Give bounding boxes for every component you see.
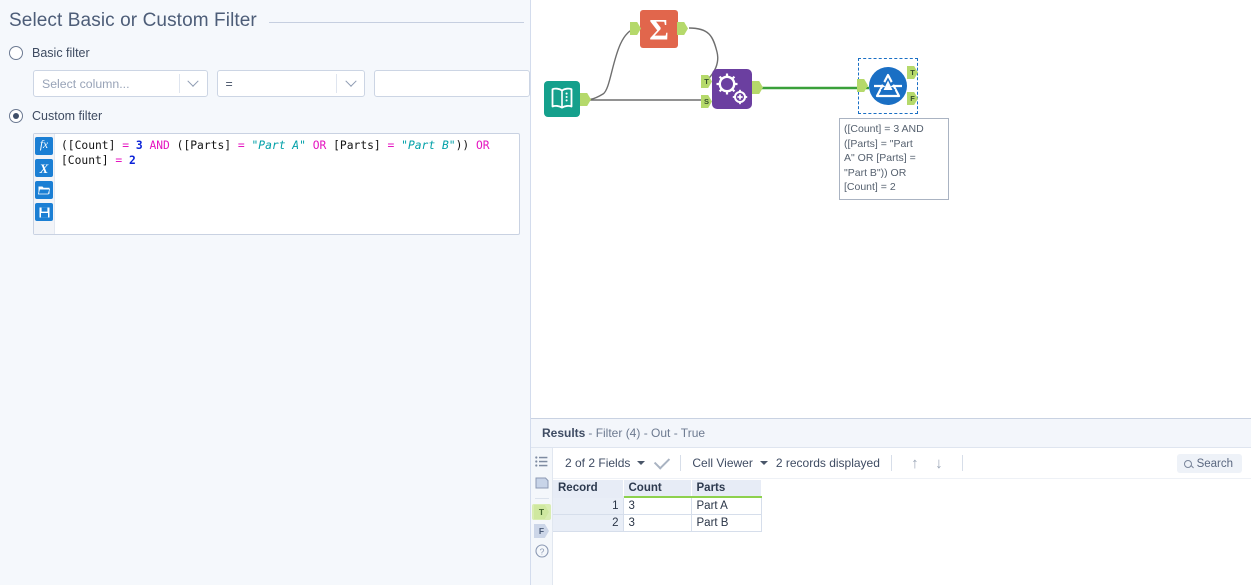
table-row[interactable]: 2 3 Part B	[553, 513, 762, 532]
cell-count: 3	[622, 513, 692, 532]
results-toolbar: 2 of 2 Fields Cell Viewer 2 records disp…	[553, 448, 1251, 479]
toolbar-divider	[890, 455, 892, 471]
tool-annotation: ([Count] = 3 AND ([Parts] = "Part A" OR …	[839, 118, 949, 200]
search-icon	[1183, 459, 1192, 468]
expression-toolbar: fx X	[34, 134, 55, 234]
function-icon[interactable]: fx	[35, 137, 53, 155]
cell-count: 3	[622, 496, 692, 515]
rail-divider	[534, 498, 549, 499]
scroll-up-icon[interactable]: ↑	[905, 453, 925, 473]
expression-token: "Part B"	[401, 139, 456, 152]
false-output-icon: F	[534, 524, 549, 538]
chevron-down-icon[interactable]	[637, 461, 646, 465]
fields-selector[interactable]: 2 of 2 Fields	[565, 456, 653, 470]
expression-token: ))	[455, 139, 476, 152]
svg-text:Σ: Σ	[649, 14, 669, 47]
results-table: Record Count Parts 1 3 Part A 2 3 Part B	[553, 480, 762, 532]
custom-filter-radio[interactable]	[9, 109, 23, 123]
filter-value-input[interactable]	[374, 70, 531, 97]
fields-label: 2 of 2 Fields	[565, 456, 631, 470]
select-column-dropdown[interactable]: Select column...	[33, 70, 208, 97]
annotation-line: "Part B")) OR	[844, 166, 907, 179]
chevron-down-icon[interactable]	[180, 75, 207, 88]
operator-dropdown[interactable]: =	[216, 70, 366, 97]
annotation-line: ([Count] = 3 AND	[844, 123, 924, 135]
true-output-tab[interactable]: T	[532, 504, 551, 520]
basic-filter-radio-row[interactable]: Basic filter	[0, 42, 530, 64]
chevron-down-icon[interactable]	[759, 461, 768, 465]
toolbar-divider	[680, 455, 682, 471]
expression-token: OR	[312, 139, 334, 152]
expression-token: =	[387, 139, 402, 152]
search-box[interactable]: Search	[1176, 454, 1242, 473]
records-displayed-label: 2 records displayed	[775, 456, 880, 470]
annotation-line: ([Parts] = "Part	[844, 137, 913, 150]
check-icon[interactable]	[654, 453, 671, 470]
expression-token: =	[237, 139, 252, 152]
alteryx-window: Select Basic or Custom Filter Basic filt…	[0, 0, 1251, 585]
expression-token: =	[115, 154, 130, 167]
cell-parts: Part A	[690, 496, 762, 515]
svg-text:?: ?	[539, 546, 544, 556]
results-title: Results	[542, 426, 586, 440]
expression-token: 3	[135, 139, 150, 152]
expression-token: 2	[129, 154, 136, 167]
expression-token: "Part A"	[251, 139, 313, 152]
search-placeholder: Search	[1196, 457, 1233, 470]
results-body: T F ? 2 of 2 Fields Cell Viewer 2 record…	[531, 448, 1251, 585]
panel-title-row: Select Basic or Custom Filter	[0, 0, 530, 34]
cell-record: 2	[553, 513, 623, 532]
cell-record: 1	[553, 496, 623, 515]
expression-text[interactable]: ([Count] = 3 AND ([Parts] = "Part A" OR …	[55, 134, 519, 234]
view-mode-selector[interactable]: Cell Viewer	[692, 456, 775, 470]
table-header-row: Record Count Parts	[553, 480, 762, 498]
results-sidebar: T F ?	[531, 448, 553, 585]
expression-token: =	[122, 139, 136, 152]
true-output-icon: T	[534, 505, 549, 519]
expression-token: AND	[149, 139, 177, 152]
title-divider	[268, 21, 524, 23]
annotation-line: A" OR [Parts] =	[844, 152, 916, 165]
scroll-down-icon[interactable]: ↓	[929, 453, 949, 473]
workflow-canvas[interactable]: Σ T S T F ([Count] = 3 AND ([Parts] = "P…	[531, 0, 1251, 418]
basic-filter-radio[interactable]	[9, 46, 23, 60]
table-row[interactable]: 1 3 Part A	[553, 496, 762, 515]
results-grid[interactable]: Record Count Parts 1 3 Part A 2 3 Part B	[553, 480, 1251, 532]
expression-token: ([Parts]	[176, 139, 238, 152]
cell-parts: Part B	[690, 513, 762, 532]
variable-icon[interactable]: X	[35, 159, 53, 177]
annotation-line: [Count] = 2	[844, 181, 896, 194]
operator-value: =	[225, 76, 233, 91]
column-header-parts[interactable]: Parts	[691, 480, 762, 498]
expression-token: OR	[475, 139, 490, 152]
view-mode-label: Cell Viewer	[692, 456, 753, 470]
results-header: Results - Filter (4) - Out - True	[531, 419, 1251, 448]
metadata-icon[interactable]	[533, 474, 551, 492]
expression-token: ([Count]	[61, 139, 123, 152]
select-column-value: Select column...	[42, 76, 130, 91]
basic-filter-label: Basic filter	[32, 46, 90, 60]
list-view-icon[interactable]	[533, 452, 551, 470]
custom-filter-radio-row[interactable]: Custom filter	[0, 105, 530, 127]
expression-token: [Count]	[61, 154, 116, 167]
page-title: Select Basic or Custom Filter	[9, 10, 257, 31]
false-output-tab[interactable]: F	[532, 523, 551, 539]
results-subtitle: - Filter (4) - Out - True	[588, 426, 706, 440]
toolbar-divider	[961, 455, 963, 471]
save-disk-icon[interactable]	[35, 203, 53, 221]
results-main: 2 of 2 Fields Cell Viewer 2 records disp…	[553, 448, 1251, 585]
workspace: Σ T S T F ([Count] = 3 AND ([Parts] = "P…	[531, 0, 1251, 585]
basic-filter-controls: Select column... =	[0, 70, 531, 97]
open-folder-icon[interactable]	[35, 181, 53, 199]
help-icon[interactable]: ?	[533, 542, 551, 560]
results-panel: Results - Filter (4) - Out - True T F ? …	[531, 418, 1251, 585]
column-header-record[interactable]: Record	[553, 480, 624, 498]
filter-configuration-panel: Select Basic or Custom Filter Basic filt…	[0, 0, 531, 585]
expression-editor[interactable]: fx X ([Count] = 3 AND ([Parts] = "Part A…	[33, 133, 520, 235]
expression-token: [Parts]	[333, 139, 388, 152]
custom-filter-label: Custom filter	[32, 109, 103, 123]
column-header-count[interactable]: Count	[623, 480, 692, 498]
chevron-down-icon[interactable]	[337, 75, 364, 88]
